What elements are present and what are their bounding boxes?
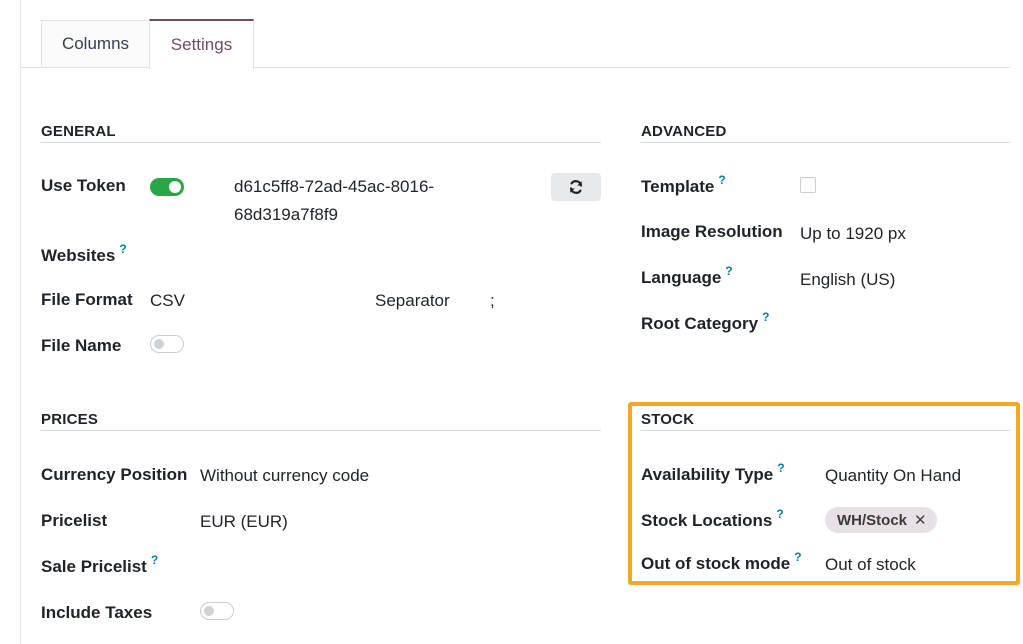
tab-settings-label: Settings bbox=[170, 35, 233, 54]
use-token-toggle[interactable] bbox=[150, 178, 184, 196]
language-help-icon[interactable]: ? bbox=[725, 264, 732, 278]
tab-settings[interactable]: Settings bbox=[149, 19, 254, 69]
template-checkbox[interactable] bbox=[800, 177, 816, 193]
availability-type-select[interactable]: Quantity On Hand bbox=[825, 466, 961, 486]
out-of-stock-mode-label-text: Out of stock mode bbox=[641, 554, 791, 573]
availability-type-label-text: Availability Type bbox=[641, 465, 774, 484]
image-resolution-label: Image Resolution bbox=[641, 222, 783, 241]
language-label-text: Language bbox=[641, 268, 722, 287]
file-name-toggle[interactable] bbox=[150, 335, 184, 353]
tab-bar: Columns Settings bbox=[20, 0, 1010, 69]
left-border bbox=[20, 0, 21, 644]
websites-label: Websites? bbox=[41, 242, 127, 266]
template-label: Template? bbox=[641, 173, 726, 197]
template-help-icon[interactable]: ? bbox=[718, 173, 725, 187]
template-label-text: Template bbox=[641, 177, 715, 196]
sale-pricelist-label-text: Sale Pricelist bbox=[41, 557, 147, 576]
use-token-label: Use Token bbox=[41, 176, 126, 195]
stock-location-tag[interactable]: WH/Stock ✕ bbox=[825, 507, 937, 533]
stock-locations-label: Stock Locations? bbox=[641, 507, 784, 531]
advanced-section-title: ADVANCED bbox=[641, 123, 727, 140]
token-value-line1: d61c5ff8-72ad-45ac-8016- bbox=[234, 177, 435, 196]
stock-location-tag-label: WH/Stock bbox=[837, 511, 908, 529]
pricelist-label: Pricelist bbox=[41, 511, 108, 530]
stock-section-title: STOCK bbox=[641, 411, 695, 428]
stock-locations-help-icon[interactable]: ? bbox=[776, 507, 783, 521]
separator-input[interactable]: ; bbox=[490, 291, 495, 311]
prices-section-title: PRICES bbox=[41, 411, 99, 428]
out-of-stock-mode-help-icon[interactable]: ? bbox=[794, 550, 801, 564]
image-resolution-select[interactable]: Up to 1920 px bbox=[800, 224, 906, 244]
availability-type-label: Availability Type? bbox=[641, 461, 785, 485]
tab-columns-label: Columns bbox=[61, 34, 130, 53]
stock-locations-label-text: Stock Locations bbox=[641, 511, 773, 530]
file-name-label: File Name bbox=[41, 336, 122, 355]
refresh-icon bbox=[569, 180, 583, 194]
out-of-stock-mode-label: Out of stock mode? bbox=[641, 550, 802, 574]
general-divider bbox=[41, 142, 601, 143]
separator-label: Separator bbox=[375, 291, 450, 310]
out-of-stock-mode-select[interactable]: Out of stock bbox=[825, 555, 916, 575]
tab-columns[interactable]: Columns bbox=[41, 20, 150, 67]
sale-pricelist-help-icon[interactable]: ? bbox=[151, 553, 158, 567]
file-format-label: File Format bbox=[41, 290, 133, 309]
prices-divider bbox=[41, 430, 601, 431]
token-value-line2: 68d319a7f8f9 bbox=[234, 205, 338, 224]
root-category-label: Root Category? bbox=[641, 310, 769, 334]
root-category-label-text: Root Category bbox=[641, 314, 759, 333]
language-label: Language? bbox=[641, 264, 733, 288]
file-format-select[interactable]: CSV bbox=[150, 291, 185, 311]
currency-position-label: Currency Position bbox=[41, 465, 188, 484]
sale-pricelist-label: Sale Pricelist? bbox=[41, 553, 158, 577]
include-taxes-label: Include Taxes bbox=[41, 603, 153, 622]
availability-type-help-icon[interactable]: ? bbox=[777, 461, 784, 475]
currency-position-select[interactable]: Without currency code bbox=[200, 466, 369, 486]
root-category-help-icon[interactable]: ? bbox=[762, 310, 769, 324]
stock-divider bbox=[641, 430, 1010, 431]
close-icon[interactable]: ✕ bbox=[914, 511, 927, 529]
websites-help-icon[interactable]: ? bbox=[119, 242, 126, 256]
advanced-divider bbox=[641, 142, 1010, 143]
language-select[interactable]: English (US) bbox=[800, 270, 895, 290]
websites-label-text: Websites bbox=[41, 246, 116, 265]
regenerate-token-button[interactable] bbox=[551, 173, 601, 201]
include-taxes-toggle[interactable] bbox=[200, 602, 234, 620]
general-section-title: GENERAL bbox=[41, 123, 116, 140]
pricelist-select[interactable]: EUR (EUR) bbox=[200, 512, 288, 532]
